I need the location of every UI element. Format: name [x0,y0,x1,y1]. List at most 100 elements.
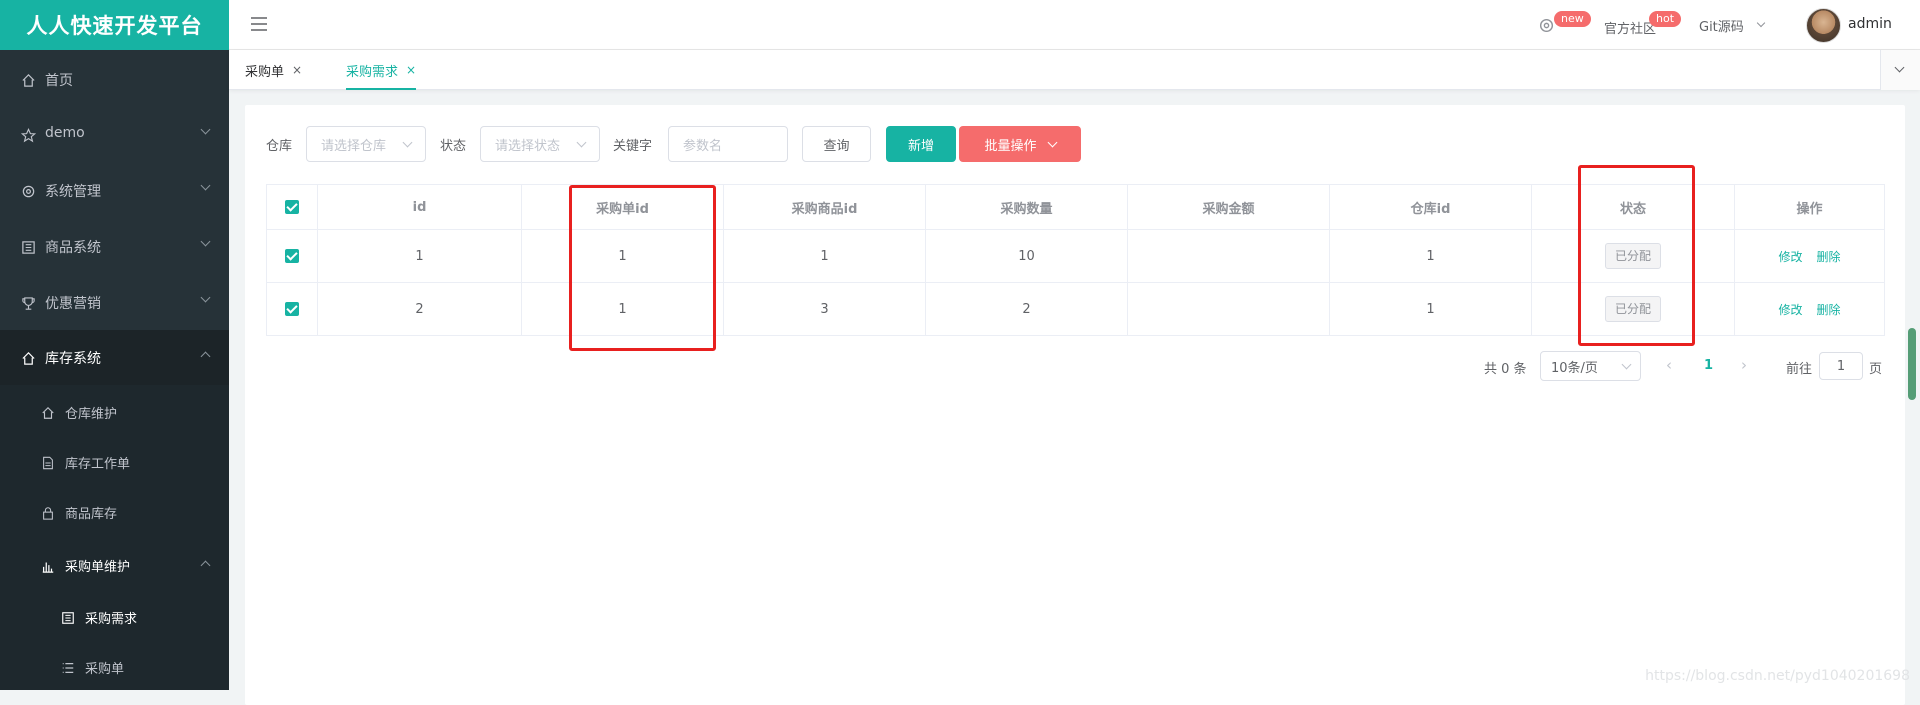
keyword-placeholder: 参数名 [683,138,723,154]
tab-purchase-order[interactable]: 采购单 × [245,50,302,90]
git-dropdown[interactable]: Git源码 [1699,16,1744,35]
cell-sku-id: 1 [723,229,926,283]
chevron-down-icon [576,137,587,148]
col-operation: 操作 [1734,184,1885,230]
cell-ware-id: 1 [1329,229,1532,283]
sidebar-item-stock[interactable]: 商品库存 [0,490,229,535]
highlight-box-purchase-id [569,185,716,351]
sidebar-item-work-order[interactable]: 库存工作单 [0,440,229,485]
user-name[interactable]: admin [1848,16,1892,32]
close-icon[interactable]: × [292,63,302,77]
cell-id: 1 [317,229,522,283]
app-title: 人人快速开发平台 [0,0,229,50]
row-checkbox[interactable] [266,282,318,336]
delete-link[interactable]: 删除 [1817,250,1841,264]
sidebar-item-label: 首页 [45,73,73,89]
cell-ware-id: 1 [1329,282,1532,336]
col-id[interactable]: id [317,184,522,230]
sidebar-item-coupon[interactable]: 优惠营销 [0,278,229,328]
keyword-input[interactable]: 参数名 [668,126,788,162]
status-placeholder: 请选择状态 [495,138,561,154]
delete-link[interactable]: 删除 [1817,303,1841,317]
sidebar-item-purchase-demand[interactable]: 采购需求 [0,595,229,640]
new-badge: new [1554,11,1591,27]
star-icon [20,127,36,143]
status-select[interactable]: 请选择状态 [480,126,600,162]
hot-badge: hot [1649,11,1682,27]
bar-chart-icon [40,558,56,574]
edit-link[interactable]: 修改 [1778,250,1802,264]
gear-icon[interactable] [1538,17,1555,38]
sidebar-item-label: 仓库维护 [65,407,118,422]
highlight-box-status [1578,165,1695,346]
sidebar-item-label: 优惠营销 [45,296,101,312]
chevron-down-icon [402,137,413,148]
community-link[interactable]: 官方社区 [1604,18,1656,37]
warehouse-select[interactable]: 请选择仓库 [306,126,426,162]
col-ware-id[interactable]: 仓库id [1329,184,1532,230]
sidebar-item-purchase-order[interactable]: 采购单 [0,645,229,690]
select-all-checkbox[interactable] [266,184,318,230]
next-page-icon[interactable]: › [1741,356,1747,374]
batch-operation-label: 批量操作 [984,138,1037,154]
chevron-up-icon [200,351,211,362]
warehouse-placeholder: 请选择仓库 [321,138,387,154]
tabs-menu-button[interactable] [1880,50,1920,90]
gear-icon [20,183,36,199]
sidebar-item-warehouse[interactable]: 仓库维护 [0,390,229,435]
sidebar-item-label: 商品库存 [65,507,118,522]
cell-amount [1127,229,1330,283]
sidebar-item-label: demo [45,125,85,141]
edit-link[interactable]: 修改 [1778,303,1802,317]
list-icon [60,660,76,676]
home-icon [20,72,36,88]
sidebar-item-system[interactable]: 系统管理 [0,166,229,216]
cell-amount [1127,282,1330,336]
sidebar-item-label: 系统管理 [45,184,101,200]
page-size-select[interactable]: 10条/页 [1540,351,1641,381]
prev-page-icon[interactable]: ‹ [1666,356,1672,374]
watermark: https://blog.csdn.net/pyd1040201698 [1645,668,1910,684]
chevron-down-icon [1047,137,1057,147]
current-page[interactable]: 1 [1704,358,1713,373]
scrollbar-thumb[interactable] [1908,328,1916,400]
grid-icon [60,610,76,626]
chevron-down-icon [1894,62,1905,73]
chevron-down-icon [200,236,211,247]
goto-page-value: 1 [1836,358,1846,374]
batch-operation-button[interactable]: 批量操作 [959,126,1081,162]
chevron-down-icon [200,180,211,191]
cell-num: 10 [925,229,1128,283]
sidebar-item-inventory[interactable]: 库存系统 [0,333,229,383]
document-icon [40,455,56,471]
lock-icon [40,505,56,521]
sidebar-item-product[interactable]: 商品系统 [0,222,229,272]
close-icon[interactable]: × [406,63,416,77]
warehouse-label: 仓库 [266,139,293,154]
home-icon [40,405,56,421]
avatar[interactable] [1806,8,1841,43]
cell-sku-id: 3 [723,282,926,336]
tab-purchase-demand[interactable]: 采购需求 × [346,50,417,90]
menu-toggle-icon[interactable] [251,17,267,35]
sidebar-item-label: 库存工作单 [65,457,131,472]
col-amount[interactable]: 采购金额 [1127,184,1330,230]
sidebar-item-home[interactable]: 首页 [0,55,229,105]
chevron-down-icon [1621,359,1632,370]
cell-operation: 修改 删除 [1734,282,1885,336]
col-num[interactable]: 采购数量 [925,184,1128,230]
sidebar-item-purchase-maintain[interactable]: 采购单维护 [0,543,229,588]
sidebar-item-label: 商品系统 [45,240,101,256]
query-button[interactable]: 查询 [802,126,871,162]
goto-page-input[interactable]: 1 [1819,352,1863,380]
row-checkbox[interactable] [266,229,318,283]
page-size-value: 10条/页 [1551,360,1598,376]
sidebar-item-label: 采购单维护 [65,560,131,575]
col-sku-id[interactable]: 采购商品id [723,184,926,230]
sidebar-item-demo[interactable]: demo [0,110,229,160]
tab-label: 采购单 [245,64,285,80]
chevron-up-icon [200,560,211,571]
total-count: 共 0 条 [1484,362,1527,377]
keyword-label: 关键字 [613,139,653,154]
add-button[interactable]: 新增 [886,126,956,162]
